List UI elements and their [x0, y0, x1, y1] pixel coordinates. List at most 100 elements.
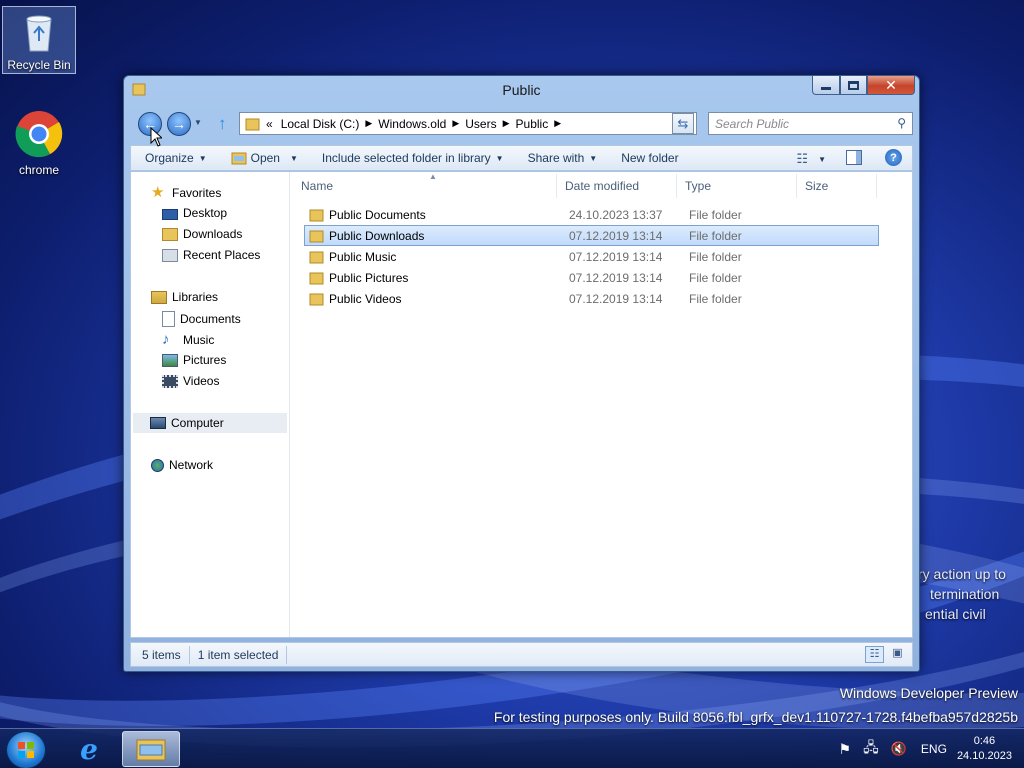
nav-label: Desktop [183, 206, 228, 220]
maximize-icon [848, 80, 859, 90]
breadcrumb-local-disk[interactable]: Local Disk (C:) [281, 117, 360, 131]
desktop-icon-label: Recycle Bin [7, 58, 71, 72]
breadcrumb-windows-old[interactable]: Windows.old [378, 117, 446, 131]
navigation-row: ← → ▼ ↑ « Local Disk (C:) ▶ Windows.old … [124, 108, 919, 138]
status-selected-count: 1 item selected [197, 647, 279, 662]
table-row[interactable]: Public Music 07.12.2019 13:14 File folde… [305, 246, 880, 267]
taskbar-internet-explorer[interactable]: e [60, 731, 118, 767]
navigation-pane: ★ Favorites Desktop Downloads Recent Pla… [131, 172, 290, 637]
file-explorer-icon [136, 739, 166, 761]
nav-label: Favorites [172, 186, 222, 200]
start-button[interactable] [6, 731, 46, 768]
address-overflow[interactable]: « [266, 117, 273, 131]
change-view-button[interactable]: ☷ ▼ [796, 151, 826, 167]
chrome-icon [15, 111, 63, 158]
file-date: 07.12.2019 13:14 [569, 270, 663, 285]
file-name: Public Music [329, 249, 397, 264]
share-with-button[interactable]: Share with ▼ [516, 151, 610, 165]
search-input[interactable]: Search Public ⚲ [708, 112, 913, 135]
refresh-button[interactable]: ⇆ [672, 113, 694, 134]
maximize-button[interactable] [840, 76, 867, 95]
share-label: Share with [527, 151, 585, 165]
breadcrumb-chevron-icon[interactable]: ▶ [365, 118, 372, 129]
folder-icon [309, 293, 324, 305]
forward-button[interactable]: → [167, 112, 191, 136]
nav-computer[interactable]: Computer [133, 413, 287, 433]
breadcrumb-public[interactable]: Public [516, 117, 549, 131]
folder-icon [309, 209, 324, 221]
close-button[interactable]: ✕ [867, 76, 915, 95]
column-header-name[interactable]: Name [293, 174, 557, 198]
nav-label: Videos [183, 374, 220, 388]
desktop-icon-recycle-bin[interactable]: Recycle Bin [2, 6, 76, 74]
organize-button[interactable]: Organize ▼ [131, 151, 219, 165]
nav-recent-places[interactable]: Recent Places [162, 248, 260, 262]
up-arrow-icon[interactable]: ↑ [218, 114, 227, 134]
nav-libraries[interactable]: Libraries [151, 290, 218, 304]
recent-pages-chevron-icon[interactable]: ▼ [194, 118, 202, 127]
nav-music[interactable]: ♪ Music [162, 332, 214, 348]
taskbar-file-explorer[interactable] [122, 731, 180, 767]
nav-videos[interactable]: Videos [162, 374, 219, 388]
action-center-flag-icon[interactable]: ⚑ [839, 741, 852, 758]
column-label: Date modified [565, 179, 640, 193]
background-text: termination [930, 586, 1000, 602]
column-header-type[interactable]: Type [677, 174, 797, 198]
search-icon[interactable]: ⚲ [897, 116, 906, 130]
background-text: ry action up to [918, 566, 1006, 582]
film-strip-icon [162, 374, 178, 388]
recent-places-icon [162, 248, 178, 262]
input-language[interactable]: ENG [921, 742, 947, 756]
nav-label: Computer [171, 416, 224, 430]
forward-arrow-icon: → [172, 116, 186, 132]
breadcrumb-chevron-icon[interactable]: ▶ [452, 118, 459, 129]
volume-muted-icon[interactable]: 🔇 [891, 741, 907, 757]
folder-icon [309, 251, 324, 263]
minimize-button[interactable] [812, 76, 840, 95]
pictures-icon [162, 353, 178, 367]
file-type: File folder [689, 291, 742, 306]
chevron-down-icon: ▼ [289, 153, 298, 163]
breadcrumb-chevron-icon[interactable]: ▶ [503, 118, 510, 129]
open-folder-icon [231, 152, 247, 165]
computer-icon [150, 417, 166, 429]
column-header-size[interactable]: Size [797, 174, 877, 198]
desktop-icon-label: chrome [18, 163, 59, 177]
details-view-icon: ☷ [869, 648, 880, 660]
open-button[interactable]: Open ▼ [219, 151, 310, 165]
nav-network[interactable]: Network [151, 458, 213, 472]
table-row[interactable]: Public Downloads 07.12.2019 13:14 File f… [304, 225, 879, 246]
nav-downloads[interactable]: Downloads [162, 227, 242, 241]
system-tray: ⚑ 🖧 🔇 ENG 0:46 24.10.2023 [839, 729, 1024, 768]
nav-pictures[interactable]: Pictures [162, 353, 226, 367]
watermark-build: For testing purposes only. Build 8056.fb… [493, 709, 1018, 725]
breadcrumb-users[interactable]: Users [465, 117, 496, 131]
details-view-button[interactable]: ☷ [865, 646, 884, 663]
column-header-date-modified[interactable]: Date modified [557, 174, 677, 198]
close-icon: ✕ [885, 76, 897, 93]
new-folder-button[interactable]: New folder [609, 151, 690, 165]
chevron-down-icon: ▼ [198, 153, 207, 163]
nav-label: Pictures [183, 353, 227, 367]
recycle-bin-icon [26, 15, 52, 52]
network-icon[interactable]: 🖧 [863, 737, 879, 761]
large-icons-view-button[interactable]: ▣ [889, 646, 906, 663]
table-row[interactable]: Public Documents 24.10.2023 13:37 File f… [305, 204, 880, 225]
table-row[interactable]: Public Pictures 07.12.2019 13:14 File fo… [305, 267, 880, 288]
clock[interactable]: 0:46 24.10.2023 [957, 734, 1012, 764]
file-type: File folder [689, 228, 742, 243]
table-row[interactable]: Public Videos 07.12.2019 13:14 File fold… [305, 288, 880, 309]
nav-label: Downloads [183, 227, 243, 241]
title-bar[interactable]: Public ✕ [124, 76, 919, 104]
address-bar[interactable]: « Local Disk (C:) ▶ Windows.old ▶ Users … [239, 112, 697, 135]
preview-pane-button[interactable] [846, 150, 862, 165]
nav-documents[interactable]: Documents [162, 311, 241, 327]
nav-desktop[interactable]: Desktop [162, 206, 227, 220]
organize-label: Organize [145, 151, 194, 165]
star-icon: ★ [151, 184, 165, 201]
nav-favorites[interactable]: ★ Favorites [151, 185, 221, 201]
desktop-icon-chrome[interactable]: chrome [2, 110, 76, 177]
breadcrumb-chevron-icon[interactable]: ▶ [554, 118, 561, 129]
include-in-library-button[interactable]: Include selected folder in library ▼ [310, 151, 516, 165]
help-button[interactable]: ? [885, 149, 902, 166]
